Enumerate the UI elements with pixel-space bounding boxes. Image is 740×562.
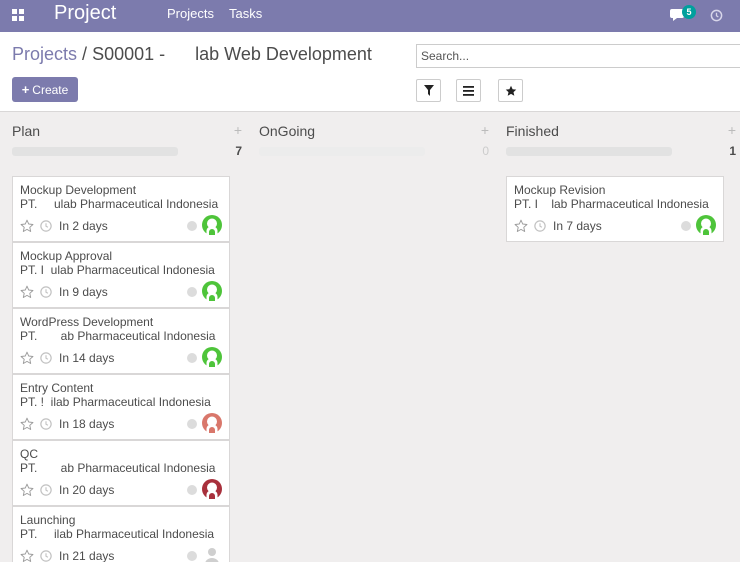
task-deadline: In 14 days	[59, 351, 115, 365]
priority-star-icon[interactable]	[20, 351, 34, 365]
task-deadline: In 2 days	[59, 219, 108, 233]
task-card[interactable]: Launching PT. ilab Pharmaceutical Indones…	[12, 506, 230, 562]
task-deadline: In 9 days	[59, 285, 108, 299]
kanban-state-dot[interactable]	[681, 221, 691, 231]
task-card[interactable]: QC PT. ab Pharmaceutical Indonesia In 20 d…	[12, 440, 230, 506]
task-partner: PT. ulab Pharmaceutical Indonesia	[20, 197, 219, 211]
deadline-clock-icon	[40, 220, 52, 232]
column-title: OnGoing	[259, 123, 316, 139]
task-deadline: In 18 days	[59, 417, 115, 431]
task-partner: PT. ab Pharmaceutical Indonesia	[20, 329, 216, 343]
assignee-avatar-icon[interactable]	[202, 545, 222, 562]
deadline-clock-icon	[40, 484, 52, 496]
column-finished: Finished + 1 Mockup Revision PT. I lab Ph…	[506, 113, 736, 562]
kanban-board: Plan + 7 Mockup Development PT. ulab Phar…	[0, 113, 740, 562]
task-card[interactable]: Mockup Approval PT. I ulab Pharmaceutical…	[12, 242, 230, 308]
task-deadline: In 21 days	[59, 549, 115, 562]
kanban-state-dot[interactable]	[187, 221, 197, 231]
assignee-avatar-icon[interactable]	[202, 479, 222, 499]
task-partner: PT. ! ilab Pharmaceutical Indonesia	[20, 395, 211, 409]
apps-menu-icon[interactable]	[12, 9, 24, 21]
deadline-clock-icon	[534, 220, 546, 232]
task-title: WordPress Development	[20, 315, 154, 329]
list-icon	[463, 85, 474, 96]
task-partner: PT. I lab Pharmaceutical Indonesia	[514, 197, 709, 211]
column-progress-bar[interactable]	[259, 147, 425, 156]
app-brand[interactable]: Project	[54, 2, 116, 25]
priority-star-icon[interactable]	[20, 549, 34, 562]
search-input[interactable]	[416, 44, 740, 68]
breadcrumb-separator: /	[82, 44, 88, 64]
kanban-state-dot[interactable]	[187, 287, 197, 297]
create-button-label: Create	[32, 82, 69, 97]
add-task-plus-icon[interactable]: +	[234, 122, 242, 138]
top-navbar: Project Projects Tasks 5	[0, 0, 740, 32]
plus-icon: +	[21, 82, 30, 97]
assignee-avatar-icon[interactable]	[202, 215, 222, 235]
column-title: Finished	[506, 123, 559, 139]
column-count: 0	[482, 144, 489, 158]
task-title: QC	[20, 447, 38, 461]
assignee-avatar-icon[interactable]	[202, 413, 222, 433]
deadline-clock-icon	[40, 352, 52, 364]
filter-icon	[423, 85, 434, 96]
kanban-state-dot[interactable]	[187, 485, 197, 495]
column-count: 1	[729, 144, 736, 158]
task-title: Mockup Development	[20, 183, 137, 197]
kanban-state-dot[interactable]	[187, 353, 197, 363]
task-title: Launching	[20, 513, 76, 527]
assignee-avatar-icon[interactable]	[202, 281, 222, 301]
breadcrumb-current: S00001 - lab Web Development	[92, 44, 372, 64]
column-ongoing: OnGoing + 0	[259, 113, 489, 562]
breadcrumb: Projects / S00001 - lab Web Development	[12, 44, 372, 65]
task-deadline: In 7 days	[553, 219, 602, 233]
create-button[interactable]: + Create	[12, 77, 78, 102]
priority-star-icon[interactable]	[20, 417, 34, 431]
task-card[interactable]: Mockup Development PT. ulab Pharmaceutica…	[12, 176, 230, 242]
add-task-plus-icon[interactable]: +	[481, 122, 489, 138]
menu-projects[interactable]: Projects	[167, 6, 214, 21]
menu-tasks[interactable]: Tasks	[229, 6, 262, 21]
deadline-clock-icon	[40, 550, 52, 562]
add-task-plus-icon[interactable]: +	[728, 122, 736, 138]
group-by-button[interactable]	[456, 79, 481, 102]
task-card[interactable]: WordPress Development PT. ab Pharmaceutic…	[12, 308, 230, 374]
priority-star-icon[interactable]	[20, 219, 34, 233]
chat-count-badge: 5	[682, 5, 696, 19]
column-plan: Plan + 7 Mockup Development PT. ulab Phar…	[12, 113, 242, 562]
column-count: 7	[235, 144, 242, 158]
activity-clock-icon[interactable]	[710, 9, 723, 22]
task-card[interactable]: Mockup Revision PT. I lab Pharmaceutical …	[506, 176, 724, 242]
task-card[interactable]: Entry Content PT. ! ilab Pharmaceutical I…	[12, 374, 230, 440]
deadline-clock-icon	[40, 286, 52, 298]
column-progress-bar[interactable]	[506, 147, 672, 156]
kanban-state-dot[interactable]	[187, 419, 197, 429]
control-panel: Projects / S00001 - lab Web Development …	[0, 32, 740, 112]
favorites-button[interactable]	[498, 79, 523, 102]
task-partner: PT. ilab Pharmaceutical Indonesia	[20, 527, 215, 541]
kanban-state-dot[interactable]	[187, 551, 197, 561]
task-partner: PT. I ulab Pharmaceutical Indonesia	[20, 263, 215, 277]
task-deadline: In 20 days	[59, 483, 115, 497]
priority-star-icon[interactable]	[20, 285, 34, 299]
task-partner: PT. ab Pharmaceutical Indonesia	[20, 461, 216, 475]
deadline-clock-icon	[40, 418, 52, 430]
priority-star-icon[interactable]	[20, 483, 34, 497]
task-title: Mockup Revision	[514, 183, 606, 197]
column-progress-bar[interactable]	[12, 147, 178, 156]
column-title: Plan	[12, 123, 41, 139]
filter-button[interactable]	[416, 79, 441, 102]
star-icon	[505, 85, 516, 96]
task-title: Mockup Approval	[20, 249, 113, 263]
breadcrumb-projects-link[interactable]: Projects	[12, 44, 77, 64]
assignee-avatar-icon[interactable]	[696, 215, 716, 235]
assignee-avatar-icon[interactable]	[202, 347, 222, 367]
priority-star-icon[interactable]	[514, 219, 528, 233]
task-title: Entry Content	[20, 381, 94, 395]
